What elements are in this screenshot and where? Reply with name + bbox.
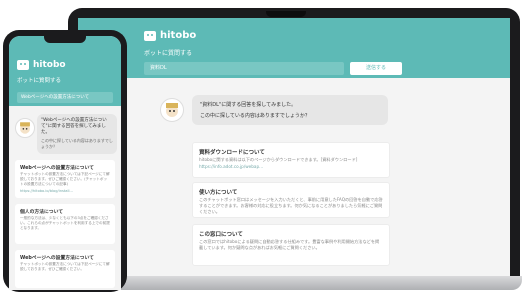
card-title: Webページへの設置方法について: [20, 166, 94, 171]
phone-brand-name: hitobo: [33, 60, 66, 70]
phone-answer-card[interactable]: Webページへの設置方法について チャットボットの設置方法については下記ページに…: [15, 250, 115, 288]
card-title: 使い方について: [199, 190, 238, 196]
bot-avatar: [160, 98, 184, 122]
bot-message-line-1: "資料DL"に関する回答を探してみました。: [200, 102, 297, 108]
laptop-logo: hitobo: [144, 30, 196, 41]
card-body: この窓口ではhitoboによる疑問に自動応答する仕組みです。豊富な事例や利用開始…: [199, 239, 380, 250]
card-body: このチャットボット窓口はメッセージを入力いただくと、事前に用意したFAQの回答を…: [199, 197, 383, 214]
card-title: 個人の方法について: [20, 210, 64, 215]
laptop-search-input[interactable]: 資料DL: [144, 62, 344, 75]
laptop-submit-button[interactable]: 送信する: [350, 62, 402, 75]
robot-icon: [144, 30, 156, 41]
laptop-answer-card[interactable]: この窓口について この窓口ではhitoboによる疑問に自動応答する仕組みです。豊…: [192, 224, 390, 266]
laptop-bot-message: "資料DL"に関する回答を探してみました。 この中に探している内容はありますでし…: [192, 95, 388, 125]
card-body: 一般的な方法は、少なくとも以下の3点をご確認ください。これらの点がチャットボット…: [20, 216, 110, 230]
bot-avatar: [15, 118, 35, 138]
bot-message-line-2: この中に探している内容はありますでしょうか？: [41, 138, 113, 149]
bot-message-line-1: "Webページへの設置方法について"に関する回答を探してみました。: [41, 118, 107, 135]
card-body: hitoboに関する資料は以下のページからダウンロードできます。[資料ダウンロー…: [199, 157, 358, 162]
laptop-camera-notch: [266, 11, 306, 17]
phone-bot-message: "Webページへの設置方法について"に関する回答を探してみました。 この中に探し…: [37, 114, 117, 154]
card-title: この窓口について: [199, 232, 243, 238]
laptop-screen: hitobo ボットに質問する 資料DL 送信する "資料DL"に関する回答を探…: [78, 18, 510, 276]
card-body: チャットボットの設置方法については下記ページにて解説しております。ぜひご確認くだ…: [20, 262, 110, 271]
phone-header: hitobo ボットに質問する Webページへの設置方法について: [9, 36, 121, 106]
laptop-answer-card[interactable]: 使い方について このチャットボット窓口はメッセージを入力いただくと、事前に用意し…: [192, 182, 390, 218]
phone-search-input[interactable]: Webページへの設置方法について: [17, 92, 113, 103]
card-link[interactable]: https://hitobo.io/blog/install...: [20, 189, 73, 194]
laptop-brand-name: hitobo: [160, 30, 197, 41]
bot-message-line-2: この中に探している内容はありますでしょうか？: [200, 113, 310, 119]
laptop-header: hitobo ボットに質問する 資料DL 送信する: [78, 18, 510, 78]
phone-notch: [44, 36, 86, 43]
phone-answer-card[interactable]: Webページへの設置方法について チャットボットの設置方法については下記ページに…: [15, 160, 115, 198]
robot-icon: [17, 60, 29, 70]
card-body: チャットボットの設置方法については下記ページにて解説しております。ぜひご確認くだ…: [20, 172, 110, 186]
card-title: Webページへの設置方法について: [20, 256, 94, 261]
phone-subtitle: ボットに質問する: [17, 78, 62, 84]
card-title: 資料ダウンロードについて: [199, 150, 265, 156]
phone-screen: hitobo ボットに質問する Webページへの設置方法について "Webページ…: [9, 36, 121, 290]
laptop-subtitle: ボットに質問する: [144, 50, 193, 57]
phone-logo: hitobo: [17, 60, 66, 70]
laptop-answer-card[interactable]: 資料ダウンロードについて hitoboに関する資料は以下のページからダウンロード…: [192, 142, 390, 178]
card-link[interactable]: https://info.adot.co.jp/webap...: [199, 164, 263, 170]
phone-answer-card[interactable]: 個人の方法について 一般的な方法は、少なくとも以下の3点をご確認ください。これら…: [15, 204, 115, 244]
